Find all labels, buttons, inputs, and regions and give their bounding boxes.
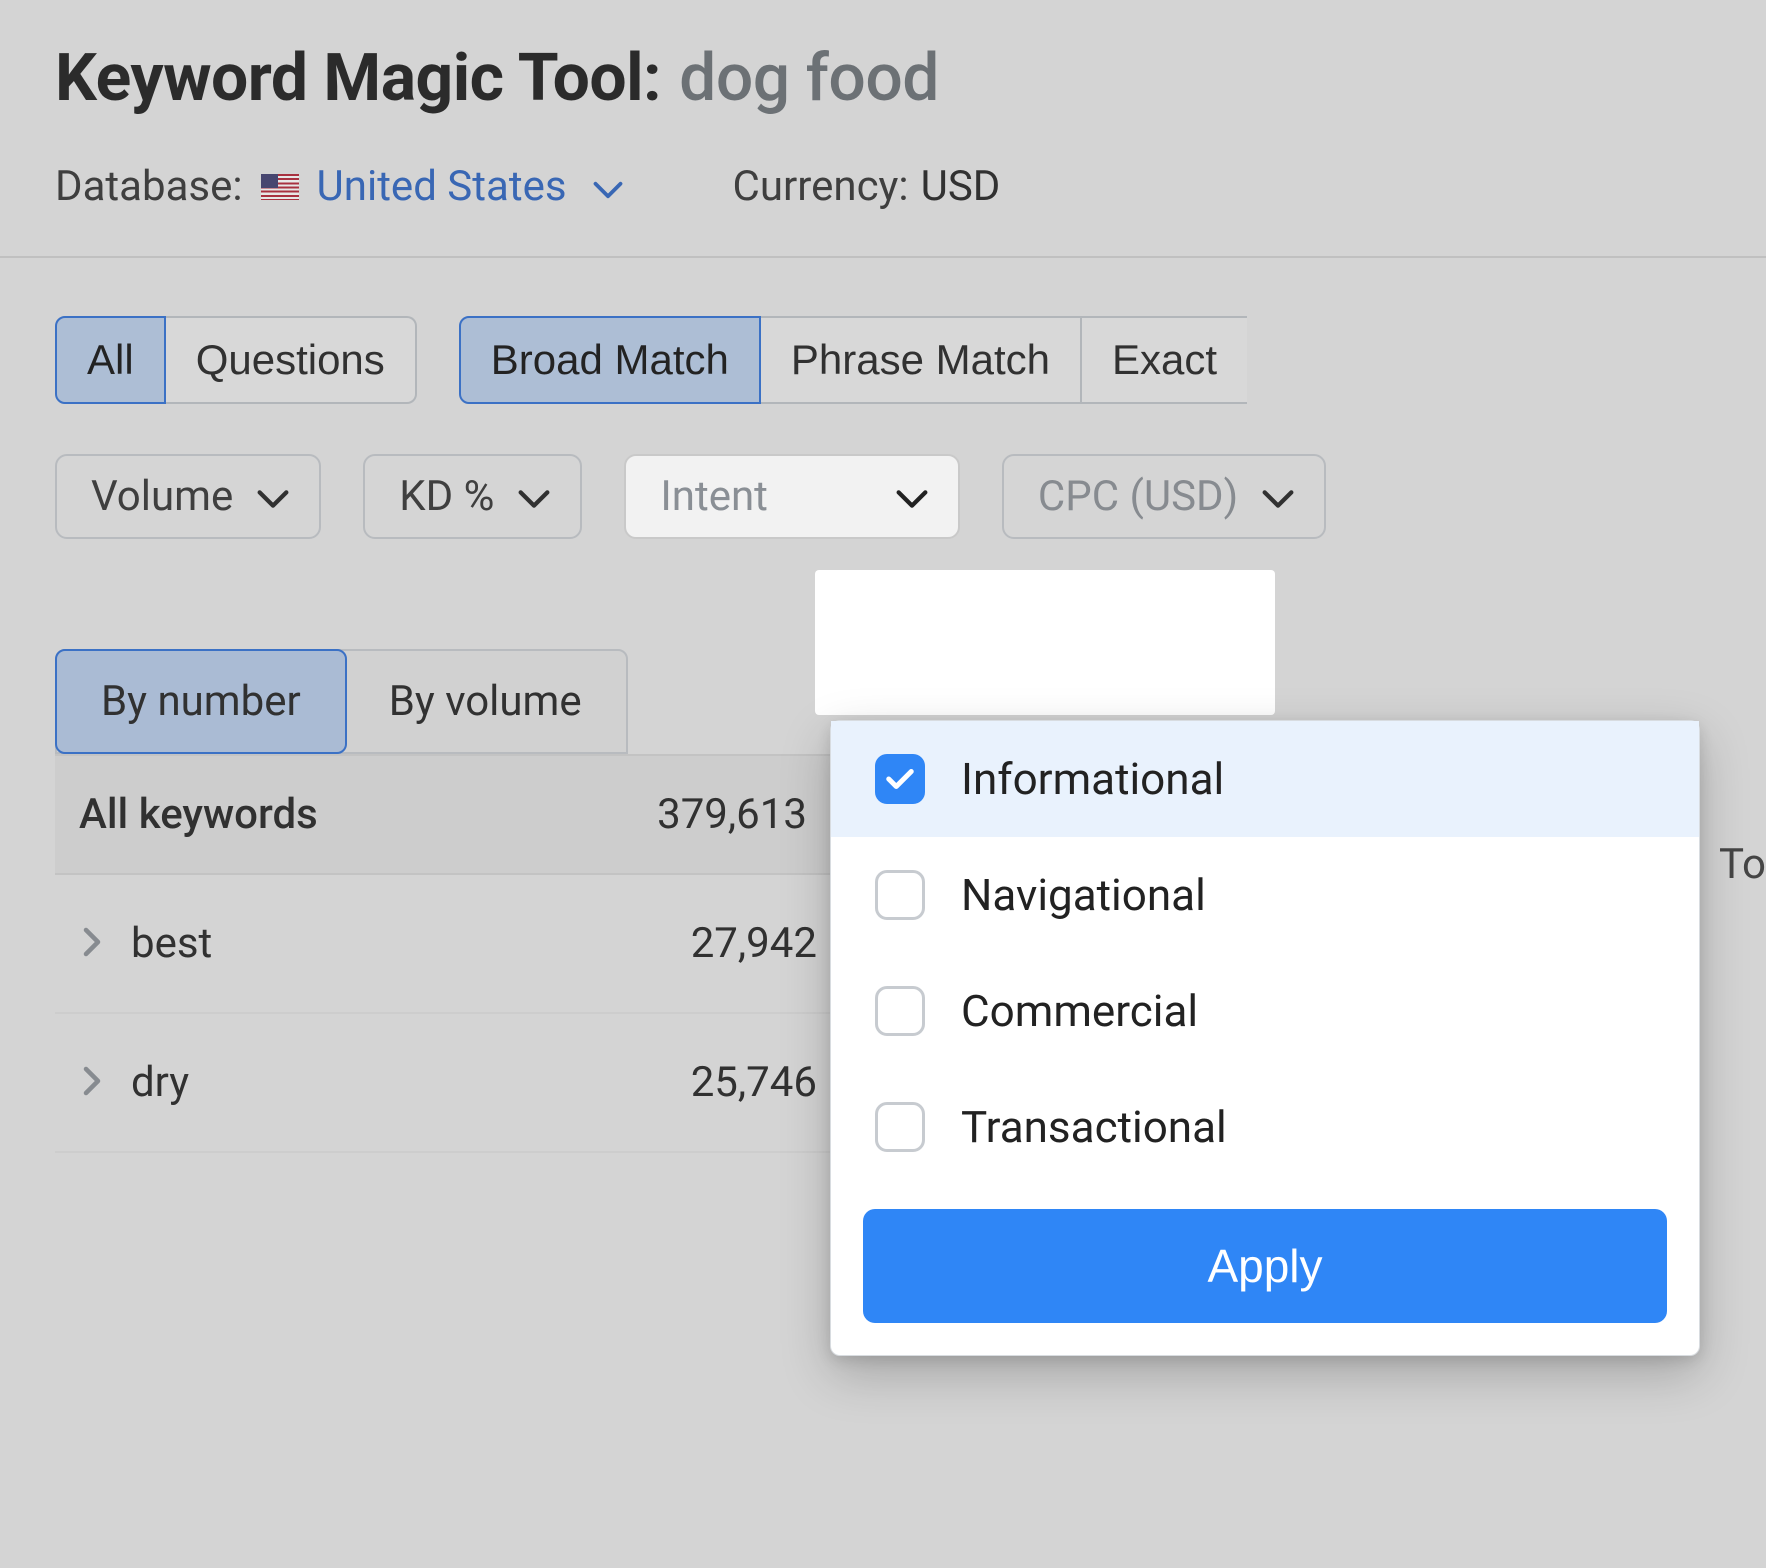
filter-cpc-label: CPC (USD) — [1038, 472, 1238, 521]
page-title-query: dog food — [679, 40, 939, 117]
database-selector[interactable]: Database: United States — [55, 162, 623, 211]
filter-kd-label: KD % — [399, 472, 494, 521]
chevron-down-icon — [593, 162, 623, 211]
keyword-group-count: 27,942 — [691, 919, 817, 968]
keyword-type-group: All Questions — [55, 316, 417, 404]
database-label: Database: — [55, 162, 243, 211]
keyword-all-count: 379,613 — [657, 790, 807, 839]
tab-exact-match[interactable]: Exact — [1082, 316, 1247, 404]
filter-intent-label: Intent — [660, 472, 768, 521]
keyword-group-row[interactable]: dry 25,746 — [55, 1014, 835, 1153]
filter-kd[interactable]: KD % — [363, 454, 582, 539]
checkbox-unchecked-icon — [875, 1102, 925, 1152]
keyword-type-toolbar: All Questions Broad Match Phrase Match E… — [0, 258, 1766, 434]
apply-button[interactable]: Apply — [863, 1209, 1667, 1323]
meta-row: Database: United States Currency: USD — [55, 162, 1711, 211]
chevron-down-icon — [518, 472, 550, 521]
chevron-down-icon — [1262, 472, 1294, 521]
us-flag-icon — [261, 174, 299, 200]
sort-tabs: By number By volume — [55, 649, 628, 754]
tab-phrase-match[interactable]: Phrase Match — [761, 316, 1082, 404]
page-header: Keyword Magic Tool: dog food Database: U… — [0, 0, 1766, 256]
currency-value: USD — [921, 162, 1001, 211]
intent-option-label: Commercial — [961, 985, 1198, 1037]
chevron-right-icon — [83, 1066, 101, 1100]
tab-all[interactable]: All — [55, 316, 166, 404]
sort-by-number[interactable]: By number — [55, 649, 347, 754]
intent-option-label: Informational — [961, 753, 1224, 805]
filters-row: Volume KD % Intent CPC (USD) — [0, 434, 1766, 579]
filter-volume[interactable]: Volume — [55, 454, 321, 539]
keyword-group-row[interactable]: best 27,942 — [55, 875, 835, 1014]
filter-intent[interactable]: Intent — [624, 454, 960, 539]
checkbox-checked-icon — [875, 754, 925, 804]
keyword-all-label: All keywords — [79, 790, 318, 839]
keyword-group-name: best — [131, 919, 212, 968]
keyword-group-name: dry — [131, 1058, 189, 1107]
keyword-group-list: All keywords 379,613 best 27,942 dry 25,… — [55, 754, 835, 1153]
filter-cpc[interactable]: CPC (USD) — [1002, 454, 1326, 539]
intent-option-label: Navigational — [961, 869, 1206, 921]
intent-option-navigational[interactable]: Navigational — [831, 837, 1699, 953]
intent-dropdown: Informational Navigational Commercial Tr… — [830, 720, 1700, 1356]
page-title-row: Keyword Magic Tool: dog food — [55, 40, 1711, 117]
filter-volume-label: Volume — [91, 472, 233, 521]
keyword-group-count: 25,746 — [691, 1058, 817, 1107]
keyword-all-row[interactable]: All keywords 379,613 — [55, 756, 835, 875]
chevron-down-icon — [896, 472, 928, 521]
intent-option-label: Transactional — [961, 1101, 1227, 1153]
intent-option-commercial[interactable]: Commercial — [831, 953, 1699, 1069]
intent-option-transactional[interactable]: Transactional — [831, 1069, 1699, 1185]
checkbox-unchecked-icon — [875, 986, 925, 1036]
database-value: United States — [317, 162, 567, 211]
chevron-right-icon — [83, 927, 101, 961]
page-title: Keyword Magic Tool: — [55, 40, 661, 117]
tab-questions[interactable]: Questions — [166, 316, 417, 404]
match-type-group: Broad Match Phrase Match Exact — [459, 316, 1247, 404]
tab-broad-match[interactable]: Broad Match — [459, 316, 761, 404]
currency-label: Currency: — [733, 162, 909, 211]
currency-display: Currency: USD — [733, 162, 1001, 211]
checkbox-unchecked-icon — [875, 870, 925, 920]
chevron-down-icon — [257, 472, 289, 521]
sort-by-volume[interactable]: By volume — [345, 651, 626, 752]
intent-option-informational[interactable]: Informational — [831, 721, 1699, 837]
truncated-text: To — [1719, 840, 1766, 889]
